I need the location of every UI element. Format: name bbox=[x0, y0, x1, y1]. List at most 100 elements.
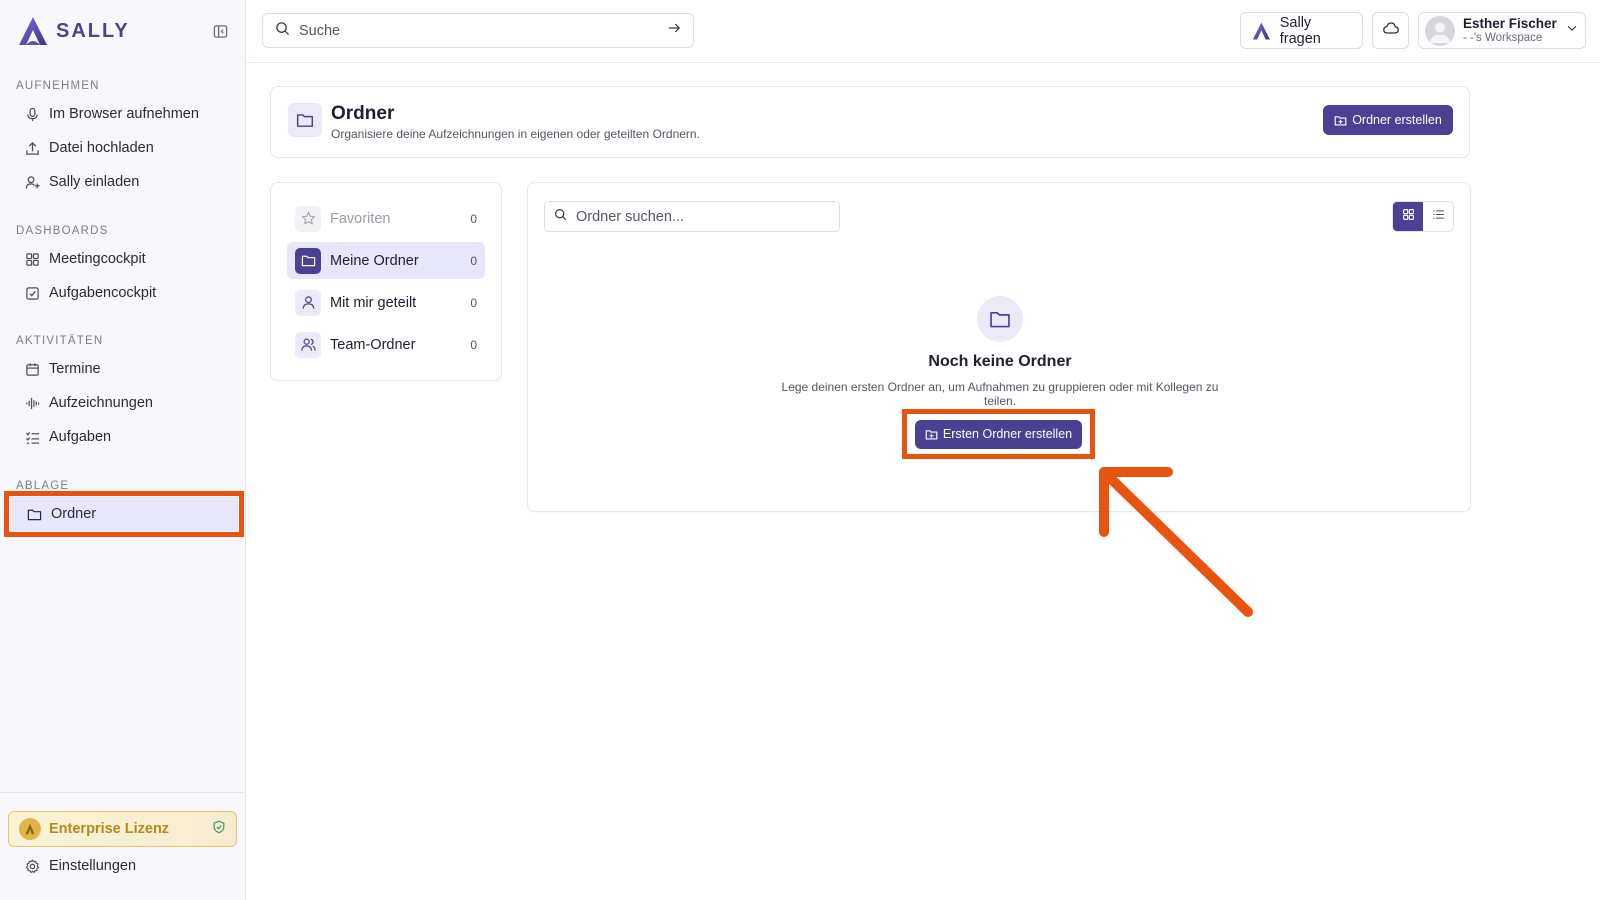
sidebar-item-label: Meetingcockpit bbox=[49, 251, 146, 267]
category-mit-mir-geteilt[interactable]: Mit mir geteilt 0 bbox=[287, 284, 485, 321]
arrow-right-icon[interactable] bbox=[667, 21, 681, 40]
view-toggle bbox=[1392, 201, 1454, 232]
sidebar-item-upload[interactable]: Datei hochladen bbox=[8, 131, 240, 165]
users-icon bbox=[295, 331, 321, 358]
brand-logo[interactable]: SALLY bbox=[16, 14, 230, 48]
sidebar-item-browser-record[interactable]: Im Browser aufnehmen bbox=[8, 97, 240, 131]
enterprise-license-badge[interactable]: Enterprise Lizenz bbox=[8, 811, 237, 847]
sidebar-item-label: Einstellungen bbox=[49, 858, 137, 874]
section-title-dashboards: DASHBOARDS bbox=[16, 225, 109, 237]
upload-icon bbox=[24, 140, 40, 156]
sidebar-item-label: Termine bbox=[49, 361, 101, 377]
sidebar-item-label: Aufzeichnungen bbox=[49, 395, 153, 411]
folder-plus-icon bbox=[925, 428, 938, 441]
sidebar-item-ordner[interactable]: Ordner bbox=[4, 491, 244, 537]
sidebar-item-aufzeichnungen[interactable]: Aufzeichnungen bbox=[8, 386, 240, 420]
brand-name: SALLY bbox=[56, 19, 130, 42]
avatar bbox=[1425, 15, 1455, 46]
waveform-icon bbox=[24, 395, 40, 411]
category-label: Team-Ordner bbox=[330, 336, 416, 353]
star-icon bbox=[295, 205, 321, 232]
search-icon bbox=[554, 208, 567, 226]
sidebar-item-aufgaben[interactable]: Aufgaben bbox=[8, 420, 240, 454]
folder-content: Noch keine Ordner Lege deinen ersten Ord… bbox=[527, 182, 1471, 512]
category-meine-ordner[interactable]: Meine Ordner 0 bbox=[287, 242, 485, 279]
global-search[interactable] bbox=[262, 13, 694, 48]
category-count: 0 bbox=[470, 295, 477, 310]
sidebar-item-label: Im Browser aufnehmen bbox=[49, 106, 199, 122]
grid-icon bbox=[24, 251, 40, 267]
task-list-icon bbox=[24, 429, 40, 445]
user-info: Esther Fischer - -'s Workspace bbox=[1463, 15, 1565, 44]
folder-plus-icon bbox=[1334, 114, 1347, 127]
list-icon bbox=[1432, 208, 1445, 226]
create-folder-label: Ordner erstellen bbox=[1352, 113, 1442, 127]
sidebar: SALLY AUFNEHMEN Im Browser aufnehmen Dat… bbox=[0, 0, 246, 900]
sidebar-item-invite-sally[interactable]: Sally einladen bbox=[8, 165, 240, 199]
section-title-aktivitaeten: AKTIVITÄTEN bbox=[16, 335, 104, 347]
sidebar-item-settings[interactable]: Einstellungen bbox=[8, 849, 240, 883]
sidebar-item-meetingcockpit[interactable]: Meetingcockpit bbox=[8, 242, 240, 276]
sidebar-item-termine[interactable]: Termine bbox=[8, 352, 240, 386]
user-menu[interactable]: Esther Fischer - -'s Workspace bbox=[1418, 12, 1586, 49]
category-label: Meine Ordner bbox=[330, 252, 419, 269]
create-first-folder-button[interactable]: Ersten Ordner erstellen bbox=[915, 419, 1082, 449]
cloud-icon bbox=[1382, 19, 1400, 42]
annotation-arrow-icon bbox=[1099, 467, 1253, 617]
sidebar-item-label: Ordner bbox=[51, 506, 97, 522]
sidebar-item-label: Datei hochladen bbox=[49, 140, 154, 156]
list-view-button[interactable] bbox=[1423, 202, 1453, 231]
folder-icon bbox=[26, 506, 42, 522]
page-title: Ordner bbox=[331, 103, 395, 124]
section-title-aufnehmen: AUFNEHMEN bbox=[16, 80, 100, 92]
category-count: 0 bbox=[470, 337, 477, 352]
collapse-sidebar-button[interactable] bbox=[210, 21, 230, 41]
section-title-ablage: ABLAGE bbox=[16, 480, 70, 492]
sally-logo-icon bbox=[19, 17, 47, 45]
page-header: Ordner Organisiere deine Aufzeichnungen … bbox=[270, 86, 1470, 158]
shield-check-icon bbox=[212, 820, 226, 839]
sidebar-item-label: Aufgabencockpit bbox=[49, 285, 157, 301]
empty-state-title: Noch keine Ordner bbox=[928, 353, 1072, 370]
category-count: 0 bbox=[470, 211, 477, 226]
folder-icon bbox=[288, 103, 322, 137]
empty-state-folder-icon bbox=[977, 296, 1023, 342]
user-name: Esther Fischer bbox=[1463, 15, 1557, 31]
empty-state-description: Lege deinen ersten Ordner an, um Aufnahm… bbox=[781, 380, 1219, 409]
license-label: Enterprise Lizenz bbox=[49, 821, 170, 837]
category-count: 0 bbox=[470, 253, 477, 268]
grid-icon bbox=[1402, 208, 1415, 226]
sidebar-collapse-icon bbox=[213, 24, 227, 38]
folder-icon bbox=[295, 247, 321, 274]
license-logo-icon bbox=[19, 818, 41, 840]
category-team-ordner[interactable]: Team-Ordner 0 bbox=[287, 326, 485, 363]
sally-logo-icon bbox=[1252, 21, 1270, 40]
create-folder-button[interactable]: Ordner erstellen bbox=[1323, 105, 1453, 135]
checkbox-icon bbox=[24, 285, 40, 301]
category-favoriten[interactable]: Favoriten 0 bbox=[287, 200, 485, 237]
calendar-icon bbox=[24, 361, 40, 377]
category-label: Favoriten bbox=[330, 210, 391, 227]
user-plus-icon bbox=[24, 174, 40, 190]
highlight-box: Ersten Ordner erstellen bbox=[902, 409, 1095, 459]
folder-search[interactable] bbox=[544, 201, 840, 232]
category-label: Mit mir geteilt bbox=[330, 294, 417, 311]
sidebar-footer: Enterprise Lizenz Einstellungen bbox=[0, 792, 245, 900]
sync-button[interactable] bbox=[1372, 12, 1409, 49]
folder-categories: Favoriten 0 Meine Ordner 0 Mit mir getei… bbox=[270, 182, 502, 381]
search-input[interactable] bbox=[299, 22, 667, 39]
sidebar-item-label: Aufgaben bbox=[49, 429, 112, 445]
user-icon bbox=[295, 289, 321, 316]
create-first-folder-label: Ersten Ordner erstellen bbox=[942, 427, 1073, 441]
page-subtitle: Organisiere deine Aufzeichnungen in eige… bbox=[331, 127, 700, 141]
grid-view-button[interactable] bbox=[1393, 202, 1423, 231]
folder-search-input[interactable] bbox=[576, 208, 830, 225]
search-icon bbox=[275, 21, 290, 41]
ask-sally-button[interactable]: Sally fragen bbox=[1240, 12, 1363, 49]
topbar-divider bbox=[246, 62, 1600, 63]
ask-sally-label: Sally fragen bbox=[1279, 14, 1321, 47]
sidebar-item-aufgabencockpit[interactable]: Aufgabencockpit bbox=[8, 276, 240, 310]
workspace-name: - -'s Workspace bbox=[1463, 31, 1543, 44]
gear-icon bbox=[24, 858, 40, 874]
sidebar-item-label: Sally einladen bbox=[49, 174, 140, 190]
